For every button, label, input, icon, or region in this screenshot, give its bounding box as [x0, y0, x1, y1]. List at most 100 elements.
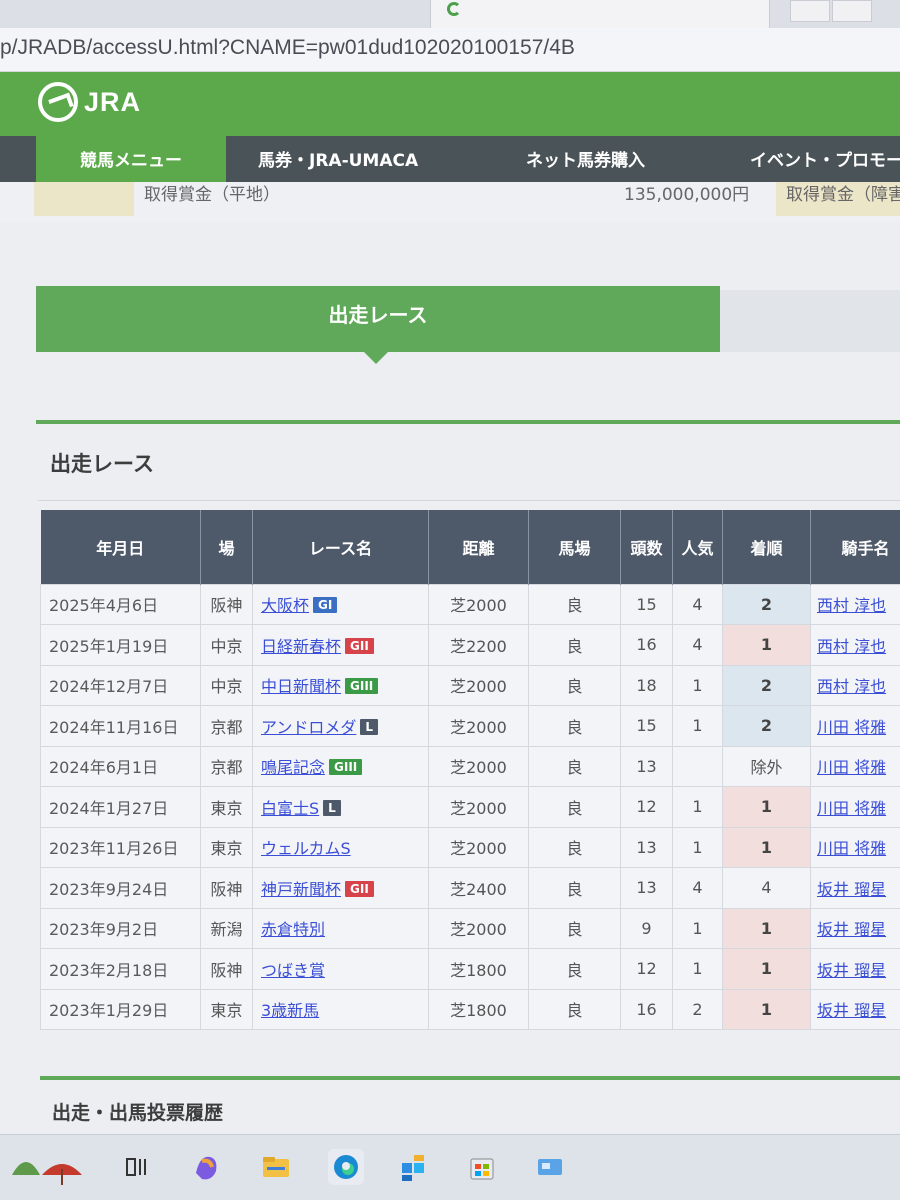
cell-race: 神戸新聞杯 GII [252, 867, 429, 909]
cell-jockey: 坂井 瑠星 [810, 948, 900, 990]
race-name-link[interactable]: 白富士S [261, 799, 319, 818]
cell-venue: 阪神 [200, 867, 253, 909]
cell-date: 2023年9月24日 [40, 867, 201, 909]
table-row: 2024年6月1日 京都 鳴尾記念 GIII 芝2000 良 13 除外 川田 将雅 [40, 745, 900, 787]
jockey-link[interactable]: 坂井 瑠星 [817, 961, 886, 980]
weather-icon[interactable] [6, 1145, 86, 1189]
grade-badge: L [360, 718, 379, 735]
cell-finish: 2 [722, 664, 811, 706]
cell-runners: 13 [620, 826, 673, 868]
task-view-icon[interactable] [118, 1149, 154, 1185]
cell-runners: 12 [620, 948, 673, 990]
grade-badge: GII [345, 880, 374, 897]
cell-date: 2024年1月27日 [40, 786, 201, 828]
site-header: JRA [0, 72, 900, 136]
col-header-race: レース名 [252, 510, 429, 584]
race-history-table: 年月日 場 レース名 距離 馬場 頭数 人気 着順 騎手名 2025年4月6日阪… [40, 510, 900, 1030]
copilot-icon[interactable] [188, 1149, 224, 1185]
cell-popularity: 1 [672, 786, 723, 828]
cell-distance: 芝1800 [428, 948, 529, 990]
jockey-link[interactable]: 西村 淳也 [817, 637, 886, 656]
cell-jockey: 西村 淳也 [810, 583, 900, 625]
browser-tab-strip [0, 0, 900, 28]
main-nav: 競馬メニュー 馬券・JRA-UMACA ネット馬券購入 イベント・プロモー [0, 136, 900, 186]
cell-venue: 阪神 [200, 948, 253, 990]
cell-venue: 東京 [200, 988, 253, 1030]
race-name-link[interactable]: 神戸新聞杯 [261, 880, 341, 899]
cell-runners: 13 [620, 867, 673, 909]
race-name-link[interactable]: 鳴尾記念 [261, 758, 325, 777]
race-name-link[interactable]: 日経新春杯 [261, 637, 341, 656]
tab-favicon-icon [447, 2, 461, 16]
cell-jockey: 川田 将雅 [810, 826, 900, 868]
jockey-link[interactable]: 西村 淳也 [817, 677, 886, 696]
cell-popularity: 4 [672, 624, 723, 666]
cell-popularity: 1 [672, 907, 723, 949]
edge-icon[interactable] [328, 1149, 364, 1185]
race-name-link[interactable]: ウェルカムS [261, 839, 351, 858]
table-row: 2024年11月16日 京都 アンドロメダ L 芝2000 良 15 1 2 川田 将雅 [40, 705, 900, 747]
cell-distance: 芝2000 [428, 745, 529, 787]
browser-tab[interactable] [430, 0, 770, 28]
tab-other[interactable] [720, 290, 900, 352]
col-header-popularity: 人気 [672, 510, 723, 584]
cell-popularity: 1 [672, 826, 723, 868]
microsoft-store-icon[interactable] [464, 1149, 500, 1185]
col-header-condition: 馬場 [528, 510, 621, 584]
cell-jockey: 川田 将雅 [810, 745, 900, 787]
race-name-link[interactable]: つばき賞 [261, 961, 325, 980]
jockey-link[interactable]: 坂井 瑠星 [817, 920, 886, 939]
jockey-link[interactable]: 川田 将雅 [817, 839, 886, 858]
cell-condition: 良 [528, 664, 621, 706]
table-row: 2023年9月24日 阪神 神戸新聞杯 GII 芝2400 良 13 4 4 坂井 瑠星 [40, 867, 900, 909]
nav-item-net-baken[interactable]: ネット馬券購入 [526, 136, 645, 186]
cell-date: 2023年1月29日 [40, 988, 201, 1030]
cell-date: 2023年2月18日 [40, 948, 201, 990]
table-row: 2024年12月7日 中京 中日新聞杯 GIII 芝2000 良 18 1 2 西村 淳也 [40, 664, 900, 706]
jockey-link[interactable]: 坂井 瑠星 [817, 1001, 886, 1020]
race-name-link[interactable]: 3歳新馬 [261, 1001, 319, 1020]
cell-finish: 1 [722, 907, 811, 949]
jra-logo[interactable]: JRA [38, 82, 141, 122]
race-name-link[interactable]: 赤倉特別 [261, 920, 325, 939]
cell-distance: 芝2000 [428, 583, 529, 625]
cell-jockey: 坂井 瑠星 [810, 907, 900, 949]
table-row: 2025年1月19日 中京 日経新春杯 GII 芝2200 良 16 4 1 西村 淳也 [40, 624, 900, 666]
nav-item-baken[interactable]: 馬券・JRA-UMACA [258, 136, 418, 186]
cell-date: 2023年9月2日 [40, 907, 201, 949]
cell-race: アンドロメダ L [252, 705, 429, 747]
cell-condition: 良 [528, 705, 621, 747]
cell-race: 3歳新馬 [252, 988, 429, 1030]
jockey-link[interactable]: 川田 将雅 [817, 718, 886, 737]
cell-condition: 良 [528, 907, 621, 949]
jockey-link[interactable]: 川田 将雅 [817, 758, 886, 777]
section-divider [36, 420, 900, 424]
section-title: 出走レース [50, 452, 154, 476]
race-name-link[interactable]: 大阪杯 [261, 596, 309, 615]
minimize-button[interactable] [832, 0, 872, 22]
jockey-link[interactable]: 西村 淳也 [817, 596, 886, 615]
widgets-icon[interactable] [532, 1149, 568, 1185]
table-row: 2024年1月27日 東京 白富士S L 芝2000 良 12 1 1 川田 将雅 [40, 786, 900, 828]
store-icon[interactable] [396, 1149, 432, 1185]
cell-finish: 1 [722, 786, 811, 828]
race-name-link[interactable]: 中日新聞杯 [261, 677, 341, 696]
file-explorer-icon[interactable] [258, 1149, 294, 1185]
jockey-link[interactable]: 坂井 瑠星 [817, 880, 886, 899]
cell-popularity: 1 [672, 705, 723, 747]
jockey-link[interactable]: 川田 将雅 [817, 799, 886, 818]
cell-date: 2025年1月19日 [40, 624, 201, 666]
cell-distance: 芝2000 [428, 705, 529, 747]
tab-shusso-race[interactable]: 出走レース [36, 286, 720, 352]
tab-search-button[interactable] [790, 0, 830, 22]
nav-item-event[interactable]: イベント・プロモー [750, 136, 900, 186]
cell-race: つばき賞 [252, 948, 429, 990]
nav-item-keiba-menu[interactable]: 競馬メニュー [36, 136, 226, 186]
race-name-link[interactable]: アンドロメダ [261, 718, 356, 737]
col-header-finish: 着順 [722, 510, 811, 584]
cell-venue: 中京 [200, 664, 253, 706]
address-bar[interactable]: p/JRADB/accessU.html?CNAME=pw01dud102020… [0, 28, 900, 72]
col-header-venue: 場 [200, 510, 253, 584]
prize-row: 取得賞金（平地） 135,000,000円 取得賞金（障害 [0, 182, 900, 222]
cell-venue: 阪神 [200, 583, 253, 625]
